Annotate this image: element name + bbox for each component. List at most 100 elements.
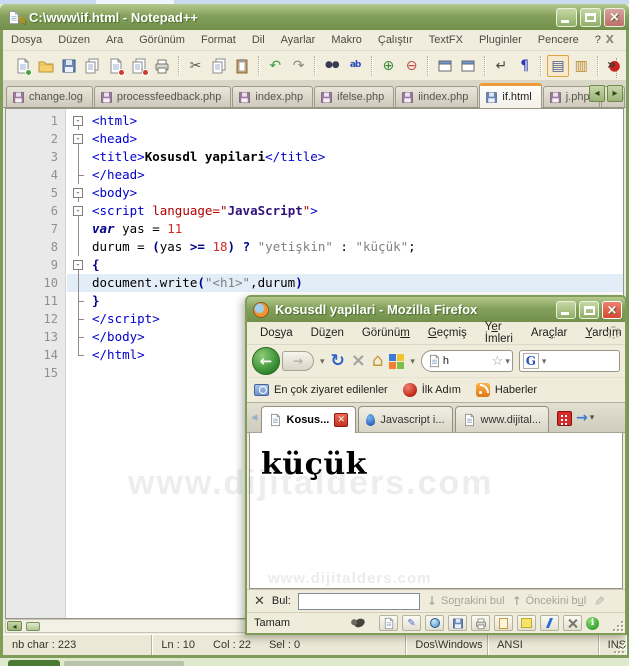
firefox-menu-ara-lar[interactable]: Araçlar [522,325,576,341]
code-line-3[interactable]: 3 <title>Kosusdl yapilari</title> [6,148,623,166]
scroll-left-icon[interactable]: ◂ [7,621,22,631]
print-page-icon[interactable] [471,615,491,631]
code-line-10[interactable]: 10 document.write("<h1>",durum) [6,274,623,292]
code-line-4[interactable]: 4 </head> [6,166,623,184]
save-page-icon[interactable] [448,615,468,631]
firefox-menu-ge-mi[interactable]: Geçmiş [419,325,476,341]
code-line-2[interactable]: 2 - <head> [6,130,623,148]
scrollbar-thumb[interactable] [26,622,40,631]
paste-button[interactable] [231,55,252,77]
firefox-resize-grip[interactable] [613,621,623,631]
fold-marker-icon[interactable]: - [72,184,86,202]
browser-tab-javascript-i[interactable]: Javascript i... [358,406,453,432]
collapse-icon[interactable]: - [73,188,83,198]
file-tab-iindex-php[interactable]: iindex.php [395,86,479,107]
zoom-out-button[interactable]: ⊖ [401,55,422,77]
code-line-9[interactable]: 9 -{ [6,256,623,274]
firefox-menu-yard-m[interactable]: Yardım [576,325,629,341]
menu-pencere[interactable]: Pencere [530,32,587,48]
show-all-characters-button[interactable]: ¶ [514,55,535,77]
firefox-titlebar[interactable]: Kosusdl yapilari - Mozilla Firefox × [247,297,625,322]
tools-icon[interactable] [563,615,583,631]
history-dropdown-icon[interactable]: ▾ [320,356,325,367]
menu-d-zen[interactable]: Düzen [50,32,98,48]
reload-button[interactable]: ↻ [331,352,345,370]
bug-icon[interactable] [352,617,367,629]
address-bar-text[interactable]: h [443,355,490,367]
highlight-all-icon[interactable]: ✎ [591,596,607,607]
menu-textfx[interactable]: TextFX [421,32,471,48]
firefox-maximize-button[interactable] [579,300,599,319]
indent-guide-button[interactable]: ▤ [547,54,569,77]
menu-ara[interactable]: Ara [98,32,131,48]
menu-dil[interactable]: Dil [244,32,273,48]
open-file-button[interactable] [35,55,56,77]
code-line-8[interactable]: 8 durum = (yas >= 18) ? "yetişkin" : "küç… [6,238,623,256]
collapse-icon[interactable]: - [73,206,83,216]
firefox-menu-g-r-n-m[interactable]: Görünüm [353,325,419,341]
maximize-button[interactable] [580,7,601,27]
browser-tab-kosus[interactable]: Kosus... ✕ [260,406,357,433]
firefox-menu-dosya[interactable]: Dosya [251,325,302,341]
minimize-button[interactable] [556,7,577,27]
collapse-icon[interactable]: - [73,116,83,126]
find-prev-button[interactable]: ↑ Öncekini bul [512,595,587,607]
stop-button[interactable]: × [351,352,366,370]
bookmark-star-icon[interactable]: ☆ [492,353,504,369]
collapse-icon[interactable]: - [73,134,83,144]
file-tab-change-log[interactable]: change.log [6,86,93,107]
sync-vertical-scroll-button[interactable] [434,55,455,77]
close-all-button[interactable] [128,55,149,77]
file-tab-if-html[interactable]: if.html [479,83,542,108]
menu-ayarlar[interactable]: Ayarlar [273,32,324,48]
home-button[interactable]: ⌂ [372,352,383,370]
tab-scroll-right-icon[interactable]: ▸ [607,85,623,102]
sticky-note-icon[interactable] [517,615,537,631]
menu-format[interactable]: Format [193,32,244,48]
fold-marker-icon[interactable]: - [72,202,86,220]
speed-dial-dropdown-icon[interactable]: ▾ [410,356,415,367]
redo-button[interactable]: ↷ [288,55,309,77]
address-bar[interactable]: h ☆ ▾ [420,350,513,372]
code-line-7[interactable]: 7 var yas = 11 [6,220,623,238]
copy-button[interactable] [208,55,229,77]
tab-scroll-left-icon[interactable]: ◂ [589,85,605,102]
file-tab-ifelse-php[interactable]: ifelse.php [314,86,395,107]
toolbar-overflow-icon[interactable]: » [607,54,616,76]
word-wrap-button[interactable]: ↵ [491,55,512,77]
find-next-button[interactable]: ↓ Sonrakini bul [427,595,505,607]
find-button[interactable]: ●● [321,55,342,77]
page-content[interactable]: küçük [249,433,623,589]
tab-list-icon[interactable] [557,411,573,426]
forward-button[interactable]: → [282,351,314,371]
browser-tab-www-dijital[interactable]: www.dijital... [454,406,550,432]
find-input[interactable] [297,592,420,610]
search-box[interactable]: G ▾ [518,350,620,372]
bookmark-haberler[interactable]: Haberler [475,383,537,397]
find-close-icon[interactable]: ✕ [254,595,265,608]
close-button[interactable] [105,55,126,77]
new-file-button[interactable] [12,55,33,77]
menu-al-t-r[interactable]: Çalıştır [370,32,421,48]
bookmark-en-ok-ziyaret-edilenler[interactable]: En çok ziyaret edilenler [254,384,388,396]
back-button[interactable]: ← [252,347,280,375]
edit-icon[interactable]: ✎ [402,615,422,631]
tab-close-icon[interactable]: ✕ [334,413,349,427]
resize-grip[interactable] [614,643,624,653]
firefox-close-button[interactable]: × [602,300,622,319]
search-engine-dropdown-icon[interactable]: ▾ [542,356,547,367]
tabs-scroll-left-icon[interactable]: ◂ [251,409,258,425]
fold-marker-icon[interactable]: - [72,256,86,274]
menu-makro[interactable]: Makro [323,32,370,48]
note-icon[interactable] [494,615,514,631]
code-line-6[interactable]: 6 - <script language="JavaScript"> [6,202,623,220]
close-button[interactable]: × [604,7,625,27]
doc-switcher-button[interactable]: ▥ [571,55,592,77]
save-button[interactable] [59,55,80,77]
zoom-in-button[interactable]: ⊕ [378,55,399,77]
speed-dial-icon[interactable] [389,353,405,369]
firefox-menu-d-zen[interactable]: Düzen [302,325,353,341]
new-page-icon[interactable] [379,615,399,631]
menu-dosya[interactable]: Dosya [3,32,50,48]
tabs-scroll-right-icon[interactable]: → [576,411,588,425]
